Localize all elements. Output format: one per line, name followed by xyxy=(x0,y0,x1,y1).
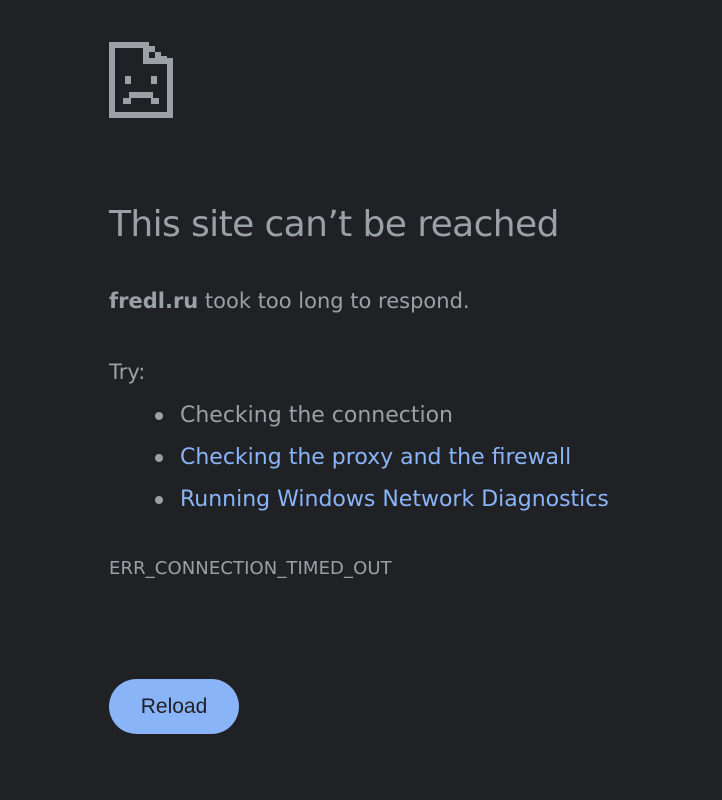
bullet-icon xyxy=(155,496,163,504)
reload-button[interactable]: Reload xyxy=(109,679,239,734)
suggestion-network-diagnostics: Running Windows Network Diagnostics xyxy=(109,479,609,521)
error-code: ERR_CONNECTION_TIMED_OUT xyxy=(109,558,392,579)
bullet-icon xyxy=(155,454,163,462)
page-title: This site can’t be reached xyxy=(109,204,559,245)
check-proxy-firewall-link[interactable]: Checking the proxy and the firewall xyxy=(180,445,571,470)
try-label: Try: xyxy=(109,360,146,384)
host-name: fredl.ru xyxy=(109,289,199,313)
bullet-icon xyxy=(155,412,163,420)
error-message: took too long to respond. xyxy=(198,289,470,313)
network-diagnostics-link[interactable]: Running Windows Network Diagnostics xyxy=(180,487,609,512)
error-summary: fredl.ru took too long to respond. xyxy=(109,289,470,313)
suggestion-text: Checking the connection xyxy=(180,403,454,428)
suggestion-check-connection: Checking the connection xyxy=(109,395,609,437)
suggestion-list: Checking the connection Checking the pro… xyxy=(109,395,609,521)
sad-page-icon xyxy=(109,42,173,118)
suggestion-check-proxy-firewall: Checking the proxy and the firewall xyxy=(109,437,609,479)
